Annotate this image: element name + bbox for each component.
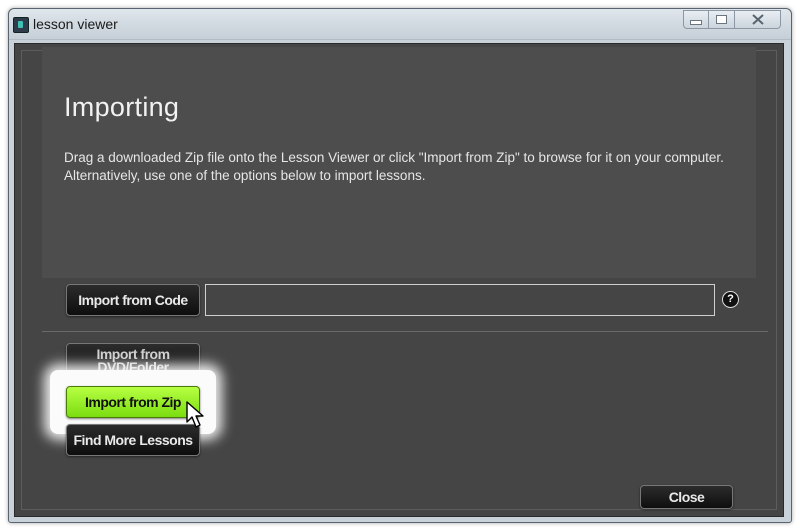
import-from-zip-button[interactable]: Import from Zip [66,386,200,418]
title-bar[interactable]: lesson viewer [9,9,791,40]
minimize-button[interactable] [683,10,709,29]
page-title: Importing [64,92,180,122]
close-window-button[interactable] [735,10,781,29]
maximize-icon [716,15,727,24]
maximize-button[interactable] [709,10,735,29]
help-icon[interactable]: ? [722,291,739,308]
close-button[interactable]: Close [640,485,733,509]
import-description: Drag a downloaded Zip file onto the Less… [64,150,724,183]
minimize-icon [690,20,702,25]
close-icon [751,14,764,25]
find-more-lessons-button[interactable]: Find More Lessons [66,424,200,456]
app-icon [13,17,29,33]
window-title: lesson viewer [33,16,118,32]
import-from-code-button[interactable]: Import from Code [66,284,200,316]
import-code-input[interactable] [205,284,715,316]
window-controls [683,10,781,30]
mouse-pointer-icon [186,401,204,428]
section-divider [42,331,768,332]
